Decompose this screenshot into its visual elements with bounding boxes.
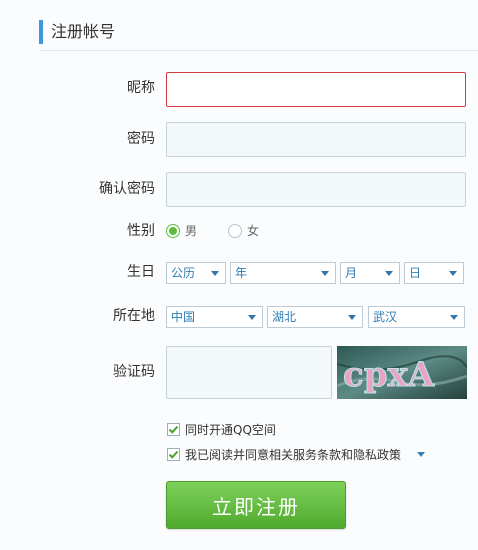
agreement-label: 我已阅读并同意相关服务条款和隐私政策 <box>185 448 402 462</box>
day-select-value: 日 <box>409 266 422 280</box>
agreement-checkbox[interactable]: 我已阅读并同意相关服务条款和隐私政策 <box>167 446 426 463</box>
radio-unchecked-icon <box>228 223 242 238</box>
radio-checked-icon <box>166 223 180 238</box>
chevron-down-icon[interactable] <box>417 452 426 457</box>
year-select-value: 年 <box>235 266 248 280</box>
gender-male-label: 男 <box>185 224 198 238</box>
chevron-down-icon <box>248 315 256 320</box>
chevron-down-icon <box>449 271 457 276</box>
captcha-text: cpxA <box>343 355 435 395</box>
checkbox-checked-icon <box>167 448 180 461</box>
day-select[interactable]: 日 <box>404 262 464 284</box>
city-select-value: 武汉 <box>373 310 398 324</box>
password-input[interactable] <box>166 122 466 157</box>
month-select[interactable]: 月 <box>340 262 400 284</box>
chevron-down-icon <box>348 315 356 320</box>
chevron-down-icon <box>211 271 219 276</box>
country-select[interactable]: 中国 <box>166 306 263 328</box>
city-select[interactable]: 武汉 <box>368 306 465 328</box>
month-select-value: 月 <box>345 266 358 280</box>
gender-male-radio[interactable]: 男 <box>166 222 197 239</box>
title-divider <box>39 50 478 51</box>
birthday-label: 生日 <box>127 264 155 280</box>
register-page: 注册帐号 昵称 密码 确认密码 性别 男 女 生日 公历 年 月 日 所在地 中… <box>0 0 478 550</box>
captcha-image[interactable]: cpxA <box>337 346 467 399</box>
captcha-label: 验证码 <box>113 364 155 380</box>
nickname-input[interactable] <box>166 72 466 107</box>
chevron-down-icon <box>450 315 458 320</box>
qzone-checkbox[interactable]: 同时开通QQ空间 <box>167 421 276 438</box>
country-select-value: 中国 <box>171 310 196 324</box>
year-select[interactable]: 年 <box>230 262 336 284</box>
page-title: 注册帐号 <box>39 20 115 44</box>
register-button[interactable]: 立即注册 <box>166 481 346 529</box>
gender-label: 性别 <box>127 223 155 239</box>
calendar-select-value: 公历 <box>171 266 196 280</box>
chevron-down-icon <box>321 271 329 276</box>
province-select[interactable]: 湖北 <box>267 306 363 328</box>
calendar-select[interactable]: 公历 <box>166 262 226 284</box>
chevron-down-icon <box>385 271 393 276</box>
checkbox-checked-icon <box>167 423 180 436</box>
province-select-value: 湖北 <box>272 310 297 324</box>
confirm-password-input[interactable] <box>166 172 466 207</box>
captcha-input[interactable] <box>166 346 332 399</box>
gender-female-radio[interactable]: 女 <box>228 222 259 239</box>
captcha-image-graphic: cpxA <box>337 346 467 399</box>
nickname-label: 昵称 <box>127 80 155 96</box>
location-label: 所在地 <box>113 308 155 324</box>
password-label: 密码 <box>127 131 155 147</box>
qzone-label: 同时开通QQ空间 <box>185 423 276 437</box>
confirm-password-label: 确认密码 <box>99 181 155 197</box>
gender-female-label: 女 <box>247 224 260 238</box>
